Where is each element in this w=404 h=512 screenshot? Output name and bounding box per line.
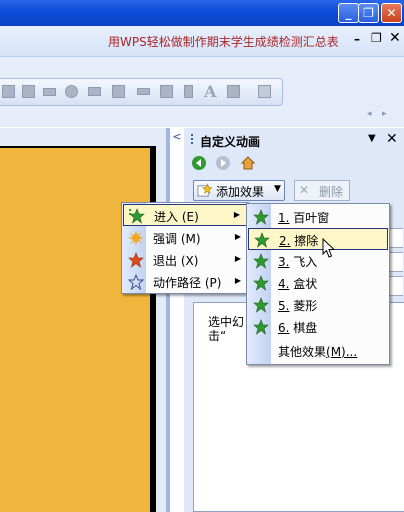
- scroll-left-icon[interactable]: ◂: [367, 109, 372, 119]
- chevron-down-icon: ▼: [274, 184, 281, 194]
- entrance-item-label: 棋盘: [293, 321, 318, 335]
- entrance-item-label: 盒状: [293, 277, 318, 291]
- entrance-item-wipe[interactable]: 2. 擦除: [248, 228, 388, 250]
- option-icon[interactable]: [65, 85, 78, 98]
- menu-item-motion-path-key: (P): [204, 276, 222, 290]
- window-title-bar: _ ❐ ✕: [0, 0, 404, 26]
- delete-button[interactable]: ✕ 删除: [294, 180, 350, 201]
- submenu-arrow-icon: ▶: [234, 232, 241, 241]
- task-pane-close-icon[interactable]: ✕: [386, 131, 398, 147]
- rectangle-icon[interactable]: [43, 88, 56, 96]
- entrance-item-number: 3.: [278, 255, 290, 269]
- menu-item-exit[interactable]: 退出 (X) ▶: [123, 249, 247, 271]
- menu-item-exit-key: (X): [180, 254, 199, 268]
- minimize-button[interactable]: _: [338, 3, 359, 23]
- menu-item-entrance-key: (E): [181, 210, 199, 224]
- mouse-cursor-icon: [322, 238, 336, 258]
- entrance-item-checkerboard[interactable]: 6. 棋盘: [248, 316, 388, 338]
- green-star-icon: [254, 232, 270, 248]
- scroll-right-icon[interactable]: ▸: [382, 109, 387, 119]
- menu-item-entrance[interactable]: 进入 (E) ▶: [123, 204, 247, 226]
- entrance-item-number: 4.: [278, 277, 290, 291]
- task-pane-header: 自定义动画 ▼ ✕: [188, 129, 402, 151]
- menu-item-motion-path[interactable]: 动作路径 (P) ▶: [123, 271, 247, 293]
- entrance-item-label: 百叶窗: [293, 211, 330, 225]
- submenu-arrow-icon: ▶: [234, 254, 241, 263]
- menu-item-emphasis-label: 强调: [153, 232, 178, 246]
- entrance-item-number: 6.: [278, 321, 290, 335]
- distribute-icon[interactable]: [137, 88, 150, 95]
- red-star-icon: [128, 252, 144, 268]
- close-button[interactable]: ✕: [381, 3, 402, 23]
- submenu-arrow-icon: ▶: [233, 210, 240, 219]
- menu-item-entrance-label: 进入: [154, 210, 179, 224]
- menu-item-emphasis[interactable]: 强调 (M) ▶: [123, 227, 247, 249]
- task-pane-menu-icon[interactable]: ▼: [368, 133, 376, 144]
- entrance-item-number: 5.: [278, 299, 290, 313]
- menu-item-emphasis-key: (M): [180, 232, 201, 246]
- document-minimize-button[interactable]: –: [354, 32, 360, 46]
- entrance-item-blinds[interactable]: 1. 百叶窗: [248, 206, 388, 228]
- add-effect-icon: [197, 183, 212, 197]
- grip-icon[interactable]: [190, 133, 196, 147]
- entrance-item-label: 菱形: [293, 299, 318, 313]
- green-star-icon: [129, 208, 145, 224]
- more-effects-key: (M)...: [326, 345, 358, 359]
- spin-icon[interactable]: [184, 85, 193, 98]
- align-icon[interactable]: [112, 85, 125, 98]
- entrance-item-number: 2.: [279, 234, 291, 248]
- green-star-icon: [253, 209, 269, 225]
- menu-bar: 用WPS轻松做制作期末学生成绩检测汇总表 – ❐ ✕: [0, 26, 404, 57]
- forward-icon[interactable]: [215, 155, 231, 171]
- document-restore-button[interactable]: ❐: [371, 31, 382, 45]
- menu-item-exit-label: 退出: [153, 254, 178, 268]
- green-star-icon: [253, 253, 269, 269]
- entrance-item-fly-in[interactable]: 3. 飞入: [248, 250, 388, 272]
- menu-item-motion-path-label: 动作路径: [153, 276, 202, 290]
- green-star-icon: [253, 275, 269, 291]
- more-effects-label: 其他效果: [278, 345, 327, 359]
- delete-label: 删除: [319, 185, 344, 199]
- home-icon[interactable]: [240, 155, 256, 171]
- delete-icon: ✕: [299, 183, 310, 197]
- document-close-button[interactable]: ✕: [389, 30, 401, 46]
- task-pane-nav: [188, 152, 402, 174]
- add-effect-label: 添加效果: [216, 185, 265, 199]
- entrance-item-number: 1.: [278, 211, 290, 225]
- green-star-icon: [253, 297, 269, 313]
- text-icon[interactable]: A: [204, 82, 216, 101]
- pane-divider[interactable]: [166, 128, 170, 512]
- checkbox-icon[interactable]: [2, 85, 15, 98]
- entrance-item-label: 飞入: [293, 255, 318, 269]
- entrance-item-label: 擦除: [294, 234, 319, 248]
- sun-burst-icon: [128, 230, 144, 246]
- picture-icon[interactable]: [227, 85, 240, 98]
- entrance-effects-menu: 1. 百叶窗 2. 擦除 3. 飞入 4. 盒状 5. 菱形 6. 棋盘 其他效…: [246, 203, 390, 365]
- entrance-item-box[interactable]: 4. 盒状: [248, 272, 388, 294]
- task-pane-title: 自定义动画: [200, 135, 261, 149]
- outline-star-icon: [128, 274, 144, 290]
- add-effect-menu: 进入 (E) ▶ 强调 (M) ▶ 退出 (X) ▶ 动作路径 (P) ▶: [121, 202, 249, 294]
- listbox-icon[interactable]: [88, 87, 101, 96]
- back-icon[interactable]: [191, 155, 207, 171]
- entrance-item-diamond[interactable]: 5. 菱形: [248, 294, 388, 316]
- tools-icon[interactable]: [258, 85, 271, 98]
- document-title: 用WPS轻松做制作期末学生成绩检测汇总表: [108, 35, 339, 49]
- add-effect-button[interactable]: 添加效果 ▼: [193, 180, 285, 201]
- image-icon[interactable]: [22, 85, 35, 98]
- maximize-button[interactable]: ❐: [358, 3, 379, 23]
- layer-icon[interactable]: [160, 85, 173, 98]
- collapse-pane-button[interactable]: <: [170, 130, 184, 144]
- animation-list-hint: 选中幻击“: [208, 315, 245, 343]
- entrance-item-more-effects[interactable]: 其他效果(M)...: [248, 340, 388, 362]
- green-star-icon: [253, 319, 269, 335]
- formatting-toolbar: A: [0, 78, 283, 106]
- submenu-arrow-icon: ▶: [234, 276, 241, 285]
